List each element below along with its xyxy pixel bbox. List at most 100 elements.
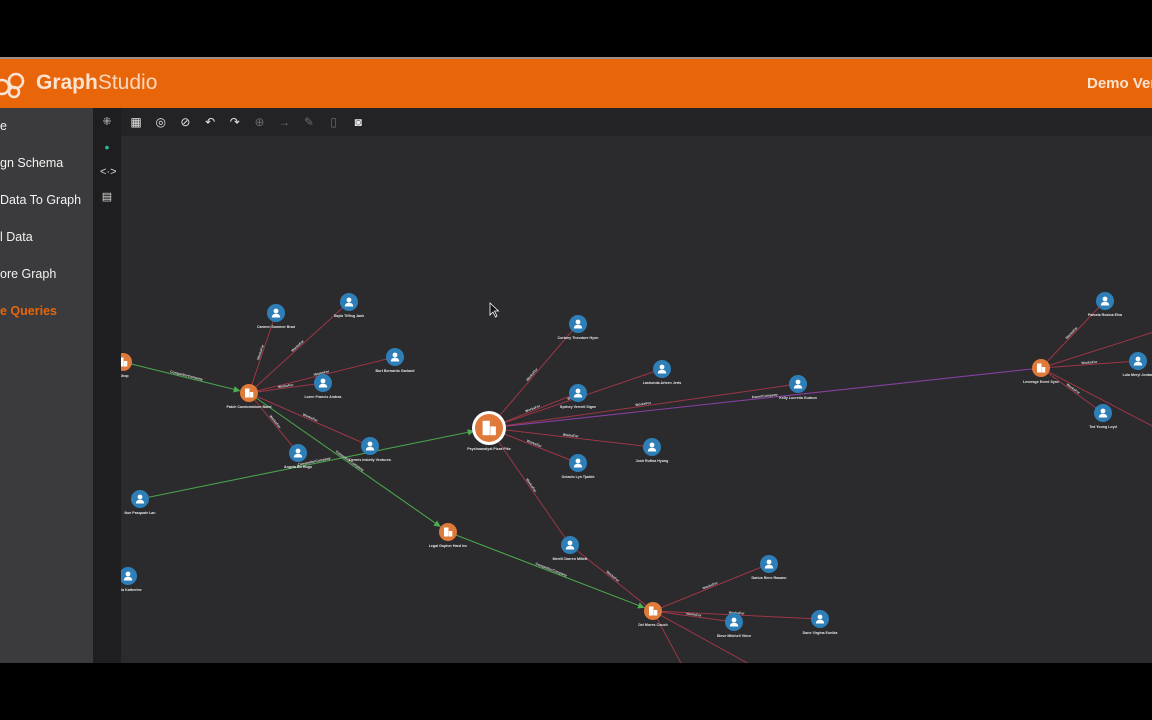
node-label: Pamela Rosina Elva	[1088, 313, 1123, 317]
node-label: Legal Gopher Hard Inc	[429, 544, 468, 548]
graph-edge-works[interactable]	[248, 392, 299, 454]
side-icon-column: ⁜ • <·> ▤	[93, 108, 121, 663]
graph-edge-works[interactable]	[1040, 367, 1152, 430]
graph-edge-works[interactable]	[248, 392, 371, 447]
company-node[interactable]: Legal Gopher Hard Inc	[429, 523, 468, 548]
person-node[interactable]: Darius Rene Rasann	[752, 555, 787, 580]
redo-button[interactable]: ↷	[228, 115, 242, 129]
graphstudio-logo-icon	[0, 72, 25, 99]
person-node[interactable]: Octavio Lyn Tjadde	[561, 454, 595, 479]
undo-button[interactable]: ↶	[203, 115, 217, 129]
sidebar-item-0[interactable]: e	[0, 119, 7, 133]
node-label: Octavio Lyn Tjadde	[561, 475, 594, 479]
node-label: Darius Rene Rasann	[752, 576, 787, 580]
node-label: Loren Francis Andras	[304, 395, 341, 399]
edge-label: CompetitorCompany	[170, 370, 204, 382]
node-label: Burt Bernardo Garland	[376, 369, 415, 373]
node-label: Adela Katherine	[121, 588, 142, 592]
demo-version-label: Demo Ver	[1087, 75, 1152, 92]
person-node[interactable]: Carmen Sommer Brad	[257, 304, 295, 329]
screenshot-button[interactable]: ◙	[351, 115, 365, 129]
sidebar-item-1[interactable]: gn Schema	[0, 156, 63, 170]
person-node[interactable]: Merrill Darren Millett	[553, 536, 589, 561]
node-label: Psychoanalyst Pizza Pike	[467, 447, 511, 451]
company-node[interactable]: Del Mores Couch	[638, 602, 668, 627]
graph-toolbar: ▦ ◎ ⊘ ↶ ↷ ⊕ → ✎ ▯ ◙	[121, 108, 1152, 136]
edit-button[interactable]: ✎	[302, 115, 316, 129]
person-node[interactable]: Ted Young Loyd	[1089, 404, 1117, 429]
node-label: Kelly Lucretia Gudrun	[779, 396, 817, 400]
node-label: Patch Condominium Band	[227, 405, 272, 409]
node-label: Merrill Darren Millett	[553, 557, 589, 561]
graph-edge-comp[interactable]	[447, 531, 645, 609]
node-label: Josh Rufina Hyung	[636, 459, 669, 463]
hide-button[interactable]: ⊘	[178, 115, 192, 129]
graph-edge-comp[interactable]	[122, 361, 241, 393]
edge-label: CompetitorCompany	[535, 562, 568, 578]
code-brackets-icon[interactable]: <·>	[100, 165, 117, 179]
node-label: Leverage Event Sync	[1023, 380, 1059, 384]
graph-edge-works[interactable]	[652, 563, 770, 612]
edge-label: WorksFor	[525, 367, 539, 382]
edge-label: WorksFor	[269, 414, 282, 429]
person-node[interactable]: Pamela Rosina Elva	[1088, 292, 1123, 317]
app-header: GraphStudio Demo Ver	[0, 59, 1152, 108]
grid-button[interactable]: ▦	[129, 115, 143, 129]
locate-button[interactable]: ◎	[154, 115, 168, 129]
person-node[interactable]: Noe Pasquale Lan	[125, 490, 156, 515]
edge-label: WorksFor	[290, 339, 305, 353]
add-edge-button[interactable]: →	[277, 115, 291, 129]
person-node[interactable]: Kelly Lucretia Gudrun	[779, 375, 817, 400]
app-brand[interactable]: GraphStudio	[36, 71, 157, 95]
node-label: Lashonda Arleen Jerts	[643, 381, 682, 385]
add-vertex-button[interactable]: ⊕	[253, 115, 267, 129]
graph-canvas[interactable]: CompetitorCompanyCompetitorCompany Compet…	[121, 136, 1152, 663]
graph-edge-works[interactable]	[652, 610, 690, 663]
node-label: Dennis Imbelly Venturea	[349, 458, 392, 462]
graph-edge-comp[interactable]	[248, 392, 441, 528]
person-node[interactable]: Dane Virgina Eunika	[803, 610, 839, 635]
node-label: Ted Young Loyd	[1089, 425, 1117, 429]
graph-edge-works[interactable]	[488, 427, 571, 546]
person-node[interactable]: Lashonda Arleen Jerts	[643, 360, 682, 385]
person-node[interactable]: Adela Katherine	[121, 567, 142, 592]
company-node[interactable]: t Shop	[121, 353, 132, 378]
node-label: Sydney Vernell Signe	[560, 405, 596, 409]
graph-edge-works[interactable]	[1040, 367, 1104, 414]
sidebar-item-3[interactable]: l Data	[0, 230, 33, 244]
person-node[interactable]: Cortney Theodore Hyon	[558, 315, 599, 340]
person-node[interactable]: Angela Bo Hugo	[284, 444, 313, 469]
sidebar-item-4[interactable]: ore Graph	[0, 267, 56, 281]
company-node[interactable]: Patch Condominium Band	[227, 384, 272, 409]
edge-label: WorksFor	[605, 570, 620, 583]
edge-label: WorksFor	[525, 478, 538, 494]
person-node[interactable]: Sydney Vernell Signe	[560, 384, 596, 409]
company-node[interactable]: Leverage Event Sync	[1023, 359, 1059, 384]
graph-nodes-icon[interactable]: •	[100, 140, 114, 154]
delete-button[interactable]: ▯	[327, 115, 341, 129]
edge-label: WorksFor	[1065, 326, 1079, 341]
clipboard-icon[interactable]: ▤	[100, 190, 114, 204]
graph-studio-window: GraphStudio Demo Ver e gn Schema Data To …	[0, 57, 1152, 663]
company-node[interactable]: Psychoanalyst Pizza Pike	[467, 411, 511, 451]
node-label: Cortney Theodore Hyon	[558, 336, 599, 340]
sidebar: e gn Schema Data To Graph l Data ore Graph e…	[0, 108, 93, 663]
node-label: Angela Bo Hugo	[284, 465, 313, 469]
node-label: t Shop	[121, 374, 129, 378]
node-label: Lula Meryl Jordan	[1123, 373, 1152, 377]
node-label: Carmen Sommer Brad	[257, 325, 295, 329]
person-node[interactable]: Lula Meryl Jordan	[1123, 352, 1152, 377]
node-label: Del Mores Couch	[638, 623, 667, 627]
node-label: Noe Pasquale Lan	[125, 511, 156, 515]
person-node[interactable]: Sayla Tiffing Jank	[334, 293, 365, 318]
node-label: Dane Virgina Eunika	[803, 631, 839, 635]
edge-label: WorksFor	[256, 344, 265, 361]
person-node[interactable]: Steve Mitchell Vince	[717, 613, 752, 638]
person-node[interactable]: Josh Rufina Hyung	[636, 438, 669, 463]
collapse-icon[interactable]: ⁜	[100, 115, 114, 129]
mouse-cursor-icon	[489, 302, 500, 318]
graph-edge-works[interactable]	[569, 544, 654, 612]
node-label: Sayla Tiffing Jank	[334, 314, 365, 318]
sidebar-item-2[interactable]: Data To Graph	[0, 193, 81, 207]
sidebar-item-5[interactable]: e Queries	[0, 304, 57, 318]
